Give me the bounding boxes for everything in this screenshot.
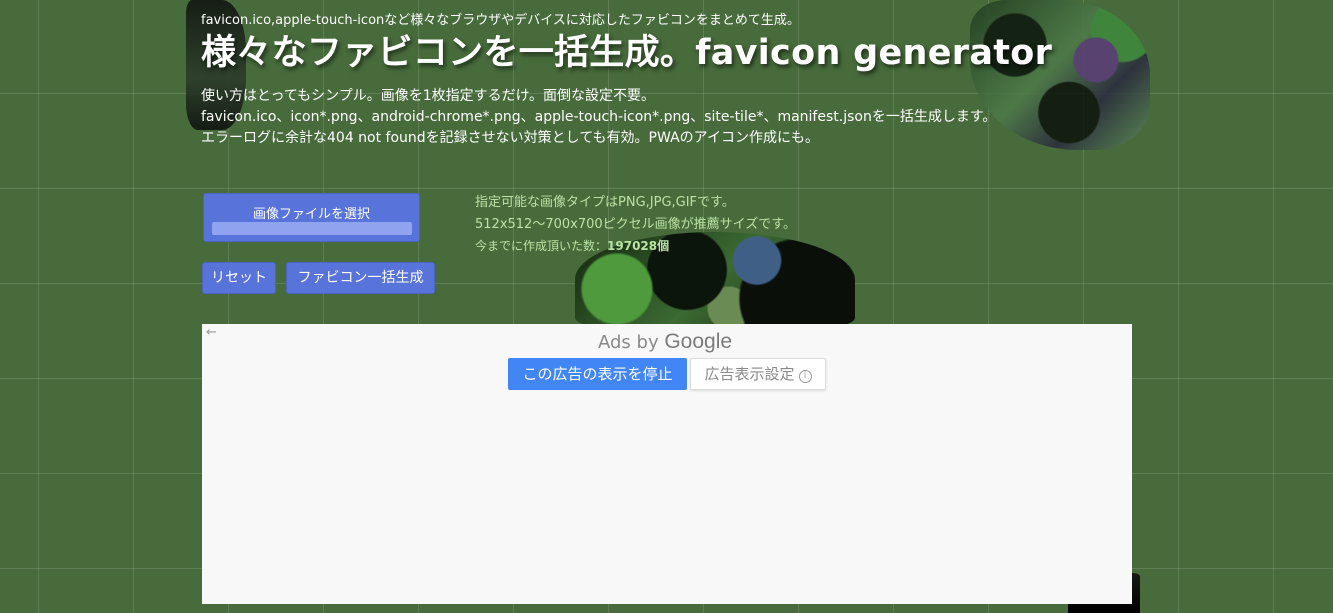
puzzle-piece-decoration-top [970,0,1150,150]
reset-button[interactable]: リセット [202,262,276,294]
image-file-select-label: 画像ファイルを選択 [252,207,370,222]
description-line: favicon.ico、icon*.png、android-chrome*.pn… [201,109,997,125]
ads-by-google: Ads by Google [598,330,732,354]
stop-ad-button[interactable]: この広告の表示を停止 [508,358,687,390]
generated-count-suffix: 個 [657,239,670,253]
ads-by-label: Ads by [598,332,659,353]
generated-count: 今までに作成頂いた数：197028個 [475,236,796,256]
page-title: 様々なファビコンを一括生成。favicon generator [201,33,1053,73]
generate-favicons-button[interactable]: ファビコン一括生成 [286,262,435,294]
generated-count-value: 197028 [607,239,658,253]
ad-settings-button[interactable]: 広告表示設定 i [690,358,826,390]
ad-settings-label: 広告表示設定 [704,365,795,383]
upload-progress-bar [212,222,412,235]
info-icon: i [798,370,812,383]
description-line: エラーログに余計な404 not foundを記録させない対策としても有効。PW… [201,130,819,146]
description-line: 使い方はとってもシンプル。画像を1枚指定するだけ。面倒な設定不要。 [201,88,655,104]
image-types-note: 指定可能な画像タイプはPNG,JPG,GIFです。 [475,195,735,210]
generated-count-prefix: 今までに作成頂いた数： [475,239,608,253]
image-file-select-button[interactable]: 画像ファイルを選択 [203,193,420,242]
description: 使い方はとってもシンプル。画像を1枚指定するだけ。面倒な設定不要。 favico… [201,86,996,149]
google-logo: Google [664,330,733,353]
recommended-size-note: 512x512～700x700ピクセル画像が推薦サイズです。 [475,217,796,232]
ad-container: ← Ads by Google この広告の表示を停止 広告表示設定 i [202,324,1132,604]
back-arrow-icon[interactable]: ← [206,325,217,340]
info-panel: 指定可能な画像タイプはPNG,JPG,GIFです。 512x512～700x70… [475,192,796,256]
